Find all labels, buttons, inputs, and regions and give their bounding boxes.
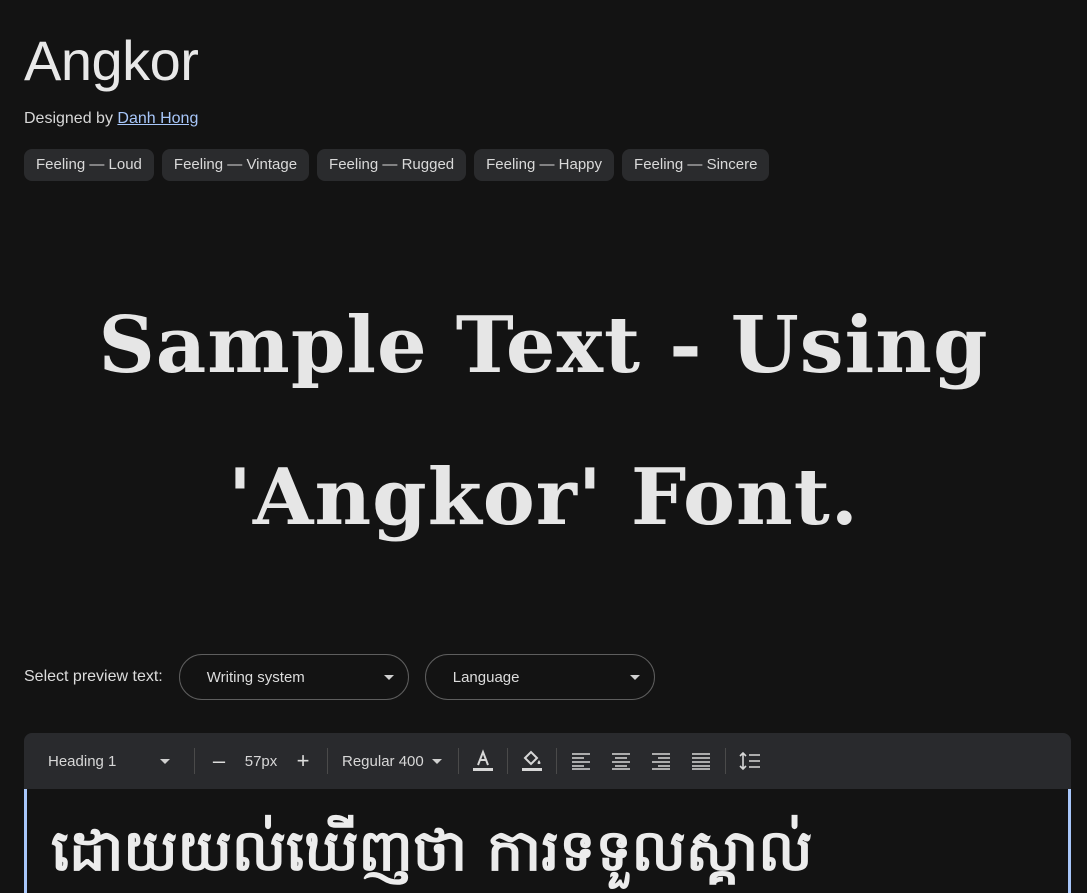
toolbar-divider: [457, 748, 459, 774]
sample-text: Sample Text - Using 'Angkor' Font.: [40, 270, 1047, 574]
language-dropdown[interactable]: Language: [424, 654, 655, 700]
designer-line: Designed by Danh Hong: [24, 110, 198, 128]
writing-system-dropdown[interactable]: Writing system: [178, 654, 409, 700]
align-center-button[interactable]: [605, 745, 637, 777]
sample-line-1: Sample Text - Using: [98, 300, 989, 391]
align-justify-icon: [691, 753, 710, 770]
tag-loud[interactable]: Feeling — Loud: [24, 149, 154, 181]
font-weight-select[interactable]: Regular 400: [336, 753, 450, 770]
sample-line-2: 'Angkor' Font.: [228, 452, 859, 543]
align-justify-button[interactable]: [685, 745, 717, 777]
language-value: Language: [452, 668, 520, 686]
toolbar-divider: [194, 748, 195, 774]
preview-label: Select preview text:: [24, 668, 163, 685]
tag-vintage[interactable]: Feeling — Vintage: [161, 149, 310, 181]
increase-size-button[interactable]: +: [287, 745, 319, 777]
tag-sincere[interactable]: Feeling — Sincere: [622, 149, 770, 181]
align-left-button[interactable]: [565, 745, 597, 777]
font-size-value[interactable]: 57px: [241, 753, 281, 770]
align-center-icon: [611, 753, 630, 770]
preview-editor[interactable]: ដោយយល់ឃើញថា ការទទួលស្គាល់: [24, 789, 1071, 893]
background-color-button[interactable]: [516, 745, 548, 777]
text-color-button[interactable]: [467, 745, 499, 777]
editor-preview-text[interactable]: ដោយយល់ឃើញថា ការទទួលស្គាល់: [51, 811, 813, 891]
line-height-icon: [739, 751, 760, 771]
tag-happy[interactable]: Feeling — Happy: [474, 149, 615, 181]
text-color-icon: [472, 749, 493, 771]
toolbar-divider: [327, 748, 328, 774]
font-weight-value: Regular 400: [342, 752, 424, 770]
caret-down-icon: [160, 758, 170, 764]
toolbar-divider: [506, 748, 508, 774]
caret-down-icon: [431, 758, 442, 764]
tag-rugged[interactable]: Feeling — Rugged: [317, 149, 467, 181]
fill-color-icon: [521, 750, 542, 771]
preview-select-row: Select preview text: Writing system Lang…: [24, 653, 671, 701]
editor-toolbar: Heading 1 – 57px + Regular 400: [24, 733, 1071, 789]
text-style-value: Heading 1: [48, 752, 117, 770]
toolbar-divider: [555, 748, 557, 774]
feeling-tags: Feeling — Loud Feeling — Vintage Feeling…: [24, 149, 770, 181]
align-right-button[interactable]: [645, 745, 677, 777]
designed-by-label: Designed by: [24, 110, 113, 127]
writing-system-value: Writing system: [206, 668, 305, 686]
line-height-button[interactable]: [734, 745, 766, 777]
designer-link[interactable]: Danh Hong: [117, 110, 198, 127]
text-style-select[interactable]: Heading 1: [48, 753, 186, 770]
align-right-icon: [651, 753, 670, 770]
decrease-size-button[interactable]: –: [203, 745, 235, 777]
caret-down-icon: [383, 674, 394, 680]
caret-down-icon: [629, 674, 640, 680]
align-left-icon: [571, 753, 590, 770]
font-title: Angkor: [24, 29, 199, 92]
toolbar-divider: [724, 748, 726, 774]
